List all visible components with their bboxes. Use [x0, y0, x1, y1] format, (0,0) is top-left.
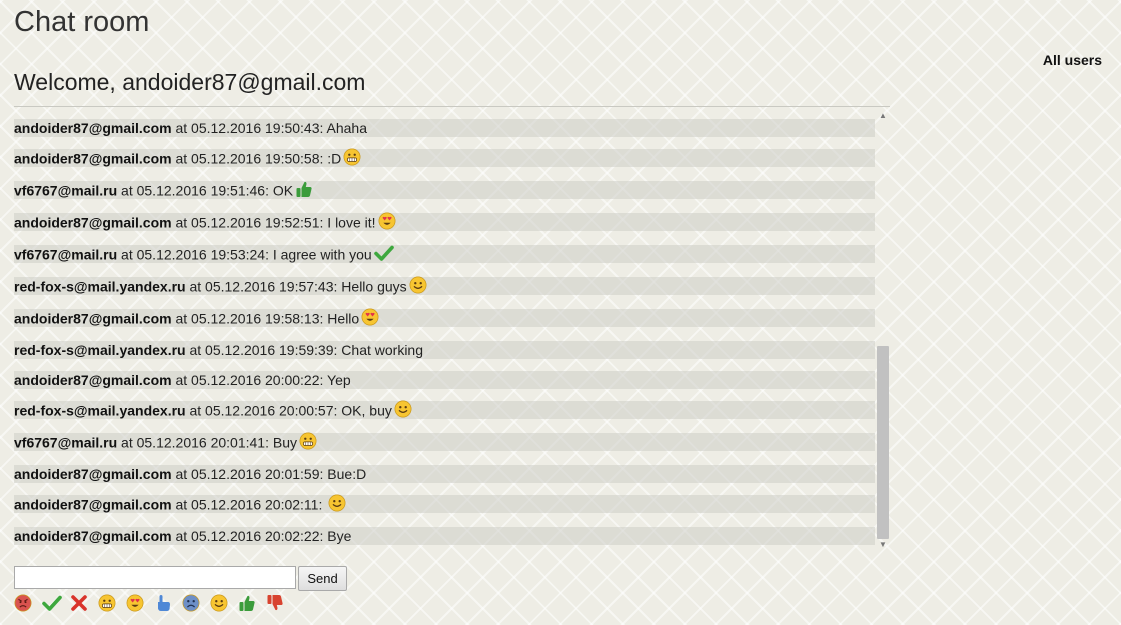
scroll-thumb[interactable] [877, 346, 889, 539]
message-timestamp: at 05.12.2016 20:02:22: [171, 528, 328, 544]
thumbs-up-icon [238, 595, 256, 616]
message-author: vf6767@mail.ru [14, 246, 118, 263]
emoji-button-sad[interactable] [182, 594, 204, 616]
message-text: I agree with you [272, 246, 372, 263]
check-icon [42, 595, 62, 616]
message-timestamp: at 05.12.2016 19:53:24: [117, 246, 273, 263]
message-timestamp: at 05.12.2016 19:57:43: [185, 278, 342, 295]
pointing-hand-icon [154, 595, 172, 616]
smile-icon [210, 594, 228, 616]
message-text: OK, buy [341, 402, 392, 419]
thumbs-down-icon [266, 595, 284, 616]
message-row: andoider87@gmail.com at 05.12.2016 19:50… [14, 119, 875, 137]
emoji-button-check[interactable] [42, 594, 64, 616]
chat-scrollbar[interactable]: ▲ ▼ [876, 106, 890, 551]
angry-icon [14, 594, 32, 616]
heart-eyes-icon [126, 594, 144, 616]
message-row: vf6767@mail.ru at 05.12.2016 20:01:41: B… [14, 432, 875, 454]
page-title: Chat room [14, 6, 150, 38]
message-text: Ahaha [326, 120, 367, 136]
emoji-button-smile[interactable] [210, 594, 232, 616]
message-row: red-fox-s@mail.yandex.ru at 05.12.2016 2… [14, 400, 875, 422]
message-row: red-fox-s@mail.yandex.ru at 05.12.2016 1… [14, 276, 875, 298]
message-text: :D [327, 150, 342, 167]
emoji-button-pointing-hand[interactable] [154, 594, 176, 616]
message-row: vf6767@mail.ru at 05.12.2016 19:51:46: O… [14, 181, 875, 199]
message-author: andoider87@gmail.com [14, 528, 172, 544]
message-row: andoider87@gmail.com at 05.12.2016 19:52… [14, 212, 875, 234]
message-row: andoider87@gmail.com at 05.12.2016 19:50… [14, 148, 875, 170]
grin-icon [343, 148, 361, 170]
message-author: red-fox-s@mail.yandex.ru [14, 278, 186, 295]
message-row: andoider87@gmail.com at 05.12.2016 19:58… [14, 308, 875, 330]
message-row: andoider87@gmail.com at 05.12.2016 20:00… [14, 371, 875, 389]
message-timestamp: at 05.12.2016 19:51:46: [117, 182, 273, 199]
message-text: Bye [327, 528, 352, 544]
message-author: vf6767@mail.ru [14, 182, 118, 199]
message-timestamp: at 05.12.2016 20:01:41: [117, 434, 273, 451]
grin-icon [299, 432, 317, 454]
message-timestamp: at 05.12.2016 20:00:57: [185, 402, 342, 419]
emoji-button-thumbs-up[interactable] [238, 594, 260, 616]
scroll-up-arrow-icon[interactable]: ▲ [876, 110, 890, 122]
heart-eyes-icon [378, 212, 396, 234]
send-button[interactable]: Send [298, 566, 347, 591]
smile-icon [409, 276, 427, 298]
message-text: Buy [272, 434, 297, 451]
message-row: vf6767@mail.ru at 05.12.2016 19:53:24: I… [14, 245, 875, 263]
message-text: OK [272, 182, 294, 199]
message-author: andoider87@gmail.com [14, 466, 172, 482]
message-author: andoider87@gmail.com [14, 214, 172, 231]
message-timestamp: at 05.12.2016 20:01:59: [171, 466, 328, 482]
message-text: Hello [327, 310, 360, 327]
message-row: red-fox-s@mail.yandex.ru at 05.12.2016 1… [14, 341, 875, 359]
message-timestamp: at 05.12.2016 19:50:43: [171, 120, 327, 136]
all-users-link[interactable]: All users [1043, 52, 1102, 68]
message-author: red-fox-s@mail.yandex.ru [14, 342, 186, 358]
heart-eyes-icon [361, 308, 379, 330]
cross-icon [70, 595, 88, 616]
message-timestamp: at 05.12.2016 19:58:13: [171, 310, 328, 327]
emoji-button-cross[interactable] [70, 594, 92, 616]
emoji-button-heart-eyes[interactable] [126, 594, 148, 616]
message-input[interactable] [14, 566, 296, 589]
message-text: Yep [327, 372, 351, 388]
emoji-button-thumbs-down[interactable] [266, 594, 288, 616]
sad-icon [182, 594, 200, 616]
chat-messages-panel[interactable]: andoider87@gmail.com at 05.12.2016 19:50… [14, 106, 890, 552]
message-author: red-fox-s@mail.yandex.ru [14, 402, 186, 419]
welcome-heading: Welcome, andoider87@gmail.com [14, 69, 366, 95]
message-author: andoider87@gmail.com [14, 372, 172, 388]
message-author: andoider87@gmail.com [14, 496, 172, 513]
thumbs-up-icon [295, 180, 313, 202]
message-timestamp: at 05.12.2016 20:00:22: [171, 372, 328, 388]
message-timestamp: at 05.12.2016 19:50:58: [171, 150, 328, 167]
emoji-button-angry[interactable] [14, 594, 36, 616]
message-timestamp: at 05.12.2016 19:52:51: [171, 214, 328, 231]
message-timestamp: at 05.12.2016 19:59:39: [185, 342, 342, 358]
message-text: Chat working [341, 342, 423, 358]
message-author: vf6767@mail.ru [14, 434, 118, 451]
message-author: andoider87@gmail.com [14, 120, 172, 136]
smile-icon [394, 400, 412, 422]
check-icon [373, 244, 394, 266]
emoji-button-grin[interactable] [98, 594, 120, 616]
message-text: I love it! [327, 214, 376, 231]
smile-icon [328, 494, 346, 516]
message-author: andoider87@gmail.com [14, 310, 172, 327]
message-row: andoider87@gmail.com at 05.12.2016 20:01… [14, 465, 875, 483]
message-author: andoider87@gmail.com [14, 150, 172, 167]
message-text: Bue:D [327, 466, 367, 482]
grin-icon [98, 594, 116, 616]
message-timestamp: at 05.12.2016 20:02:11: [171, 496, 327, 513]
message-text: Hello guys [341, 278, 407, 295]
message-row: andoider87@gmail.com at 05.12.2016 20:02… [14, 494, 875, 516]
scroll-down-arrow-icon[interactable]: ▼ [876, 539, 890, 551]
message-row: andoider87@gmail.com at 05.12.2016 20:02… [14, 527, 875, 545]
